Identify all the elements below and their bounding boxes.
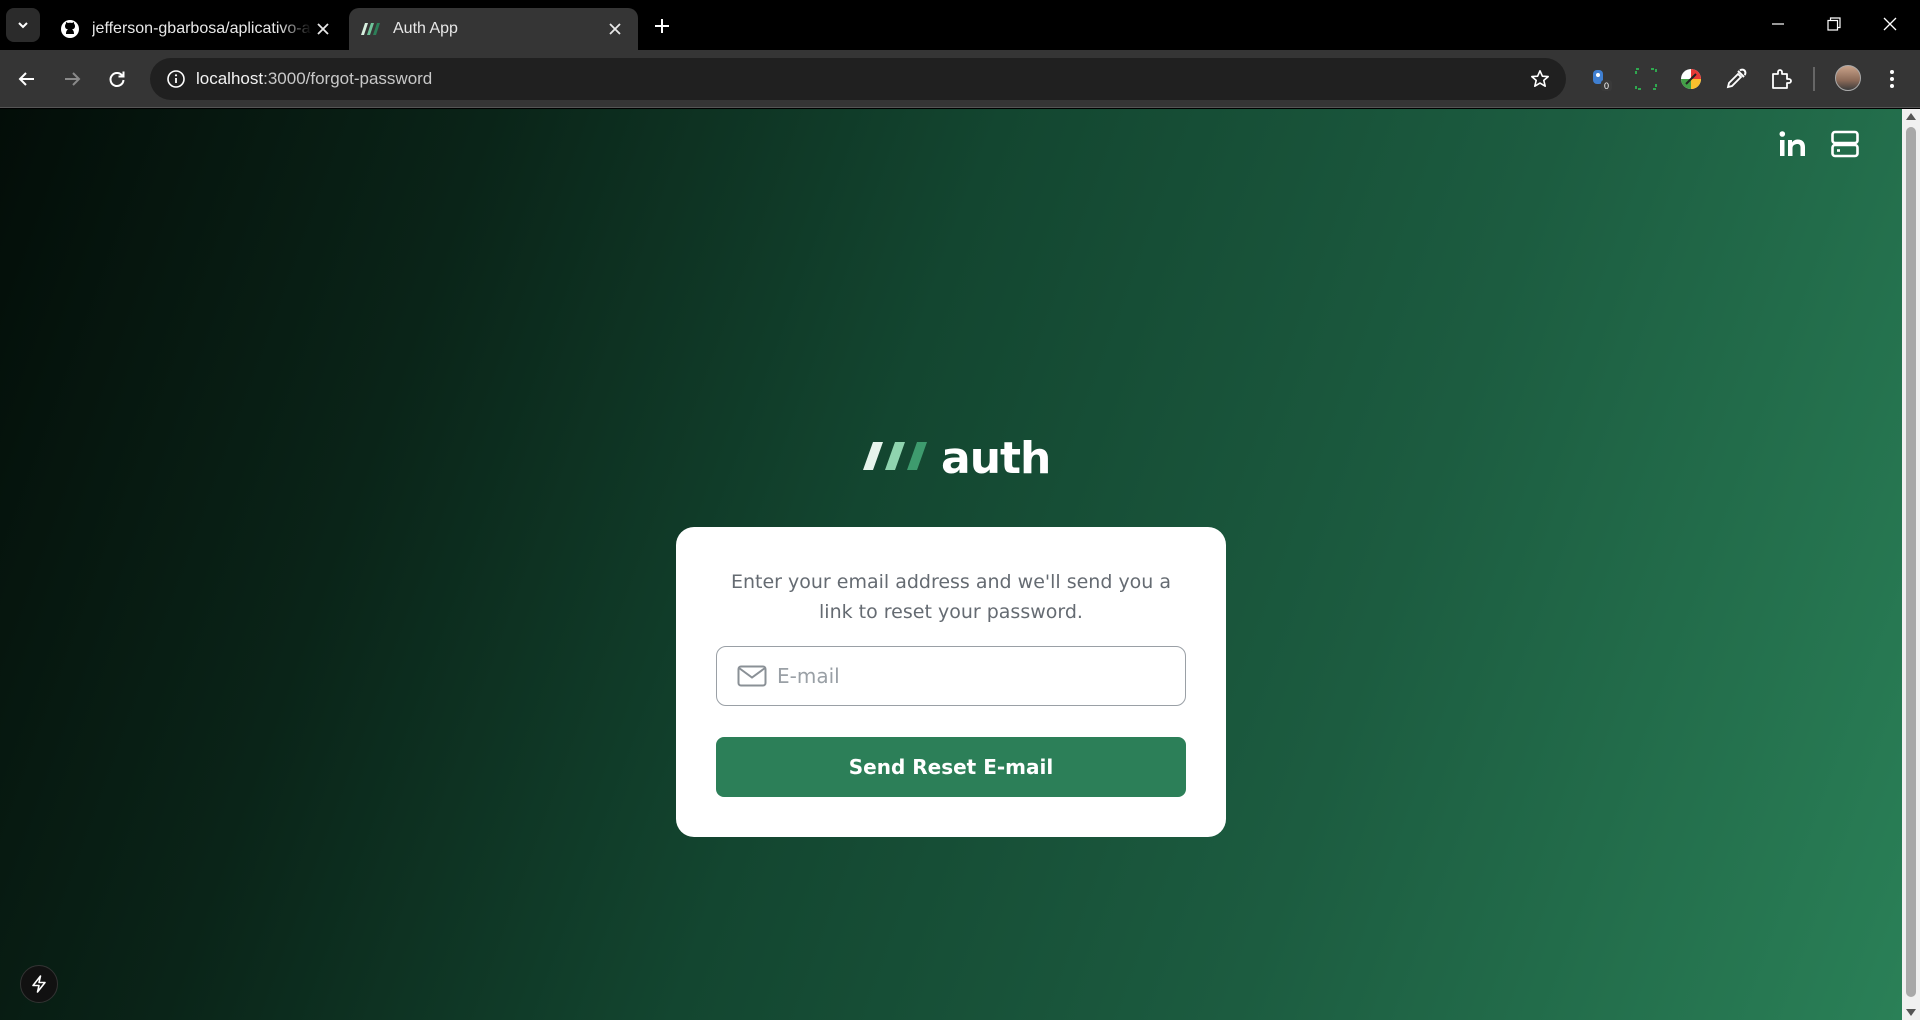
close-window-button[interactable] — [1862, 0, 1918, 48]
screen-capture-icon[interactable] — [1630, 63, 1662, 95]
vertical-scrollbar[interactable] — [1902, 109, 1920, 1020]
linkedin-icon[interactable] — [1776, 127, 1810, 161]
arrow-left-icon — [18, 72, 34, 86]
minimize-button[interactable] — [1750, 0, 1806, 48]
profile-avatar[interactable] — [1835, 65, 1861, 91]
browser-toolbar: localhost:3000/forgot-password 0 — [0, 50, 1920, 108]
auth-logo-icon — [361, 19, 381, 39]
url-path: :3000/forgot-password — [263, 69, 433, 88]
mail-icon — [737, 664, 767, 688]
url-host: localhost — [196, 69, 264, 88]
brand-logo: auth — [863, 433, 1051, 484]
lightning-icon — [32, 975, 46, 993]
send-reset-email-button[interactable]: Send Reset E-mail — [716, 737, 1186, 797]
server-icon[interactable] — [1828, 127, 1862, 161]
auth-logo-icon — [863, 440, 935, 477]
tab-github[interactable]: jefferson-gbarbosa/aplicativo-a — [48, 8, 346, 50]
scroll-down-arrow[interactable] — [1906, 1009, 1916, 1016]
browser-menu-button[interactable] — [1874, 61, 1910, 97]
site-info-icon[interactable] — [156, 58, 196, 100]
new-tab-button[interactable] — [648, 12, 676, 40]
close-tab-icon[interactable] — [604, 18, 626, 40]
extension-badge-count: 0 — [1604, 81, 1609, 91]
top-icons — [1776, 127, 1862, 161]
forgot-password-card: Enter your email address and we'll send … — [676, 527, 1226, 837]
page-viewport: auth Enter your email address and we'll … — [0, 109, 1902, 1020]
color-wheel-icon[interactable] — [1675, 63, 1707, 95]
restore-button[interactable] — [1806, 0, 1862, 48]
tab-title: Auth App — [393, 20, 458, 37]
scrollbar-thumb[interactable] — [1906, 127, 1916, 997]
plus-icon — [655, 19, 669, 33]
close-tab-icon[interactable] — [312, 18, 334, 40]
dev-tools-button[interactable] — [20, 965, 58, 1003]
extension-badge-icon[interactable]: 0 — [1585, 63, 1617, 95]
email-input[interactable] — [777, 664, 1185, 688]
url-text: localhost:3000/forgot-password — [196, 69, 432, 89]
bookmark-star-icon[interactable] — [1528, 67, 1552, 91]
minimize-icon — [1772, 23, 1784, 25]
toolbar-separator — [1813, 67, 1815, 91]
restore-icon — [1827, 17, 1841, 31]
card-description: Enter your email address and we'll send … — [730, 571, 1172, 623]
puzzle-icon[interactable] — [1765, 63, 1797, 95]
scroll-up-arrow[interactable] — [1906, 113, 1916, 120]
more-vertical-icon — [1890, 70, 1894, 88]
reload-button[interactable] — [99, 61, 135, 97]
github-icon — [60, 19, 80, 39]
chevron-down-icon — [18, 22, 28, 29]
brand-name: auth — [941, 433, 1051, 484]
forward-button[interactable] — [54, 61, 90, 97]
eyedropper-icon[interactable] — [1720, 63, 1752, 95]
email-field[interactable] — [716, 646, 1186, 706]
tab-strip: jefferson-gbarbosa/aplicativo-a Auth App — [0, 0, 1920, 50]
tab-search-button[interactable] — [6, 8, 40, 42]
close-icon — [1883, 17, 1897, 31]
tab-title: jefferson-gbarbosa/aplicativo-a — [92, 20, 311, 37]
back-button[interactable] — [9, 61, 45, 97]
reload-icon — [109, 71, 125, 87]
arrow-right-icon — [65, 72, 81, 86]
address-bar[interactable]: localhost:3000/forgot-password — [150, 58, 1566, 100]
tab-auth-app[interactable]: Auth App — [349, 8, 638, 50]
